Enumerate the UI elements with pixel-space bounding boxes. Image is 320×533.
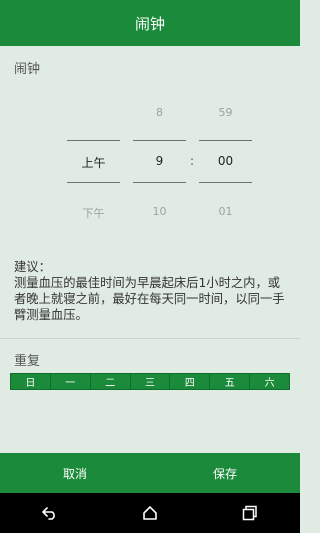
- picker-divider: [67, 182, 120, 183]
- picker-divider: [133, 140, 186, 141]
- repeat-section-title: 重复: [14, 354, 41, 369]
- home-icon[interactable]: [130, 493, 170, 533]
- page-title: 闹钟: [134, 14, 165, 33]
- hour-above[interactable]: 8: [133, 106, 186, 119]
- minute-picker[interactable]: 59 00 01: [199, 96, 252, 226]
- repeat-days: 日 一 二 三 四 五 六: [10, 373, 290, 390]
- alarm-section-title: 闹钟: [14, 62, 41, 77]
- hour-picker[interactable]: 8 9 10: [133, 96, 186, 226]
- day-toggle-sun[interactable]: 日: [11, 374, 51, 389]
- minute-selected[interactable]: 00: [199, 154, 252, 168]
- day-toggle-thu[interactable]: 四: [170, 374, 211, 389]
- picker-divider: [199, 182, 252, 183]
- day-toggle-fri[interactable]: 五: [210, 374, 251, 389]
- recent-apps-icon[interactable]: [230, 493, 270, 533]
- day-toggle-wed[interactable]: 三: [130, 374, 171, 389]
- advice-text: 测量血压的最佳时间为早晨起床后1小时之内，或者晚上就寝之前，最好在每天同一时间，…: [14, 276, 285, 322]
- picker-divider: [199, 140, 252, 141]
- day-toggle-tue[interactable]: 二: [90, 374, 131, 389]
- action-bar: 取消 保存: [0, 453, 300, 493]
- system-nav-bar: [0, 493, 300, 533]
- minute-above[interactable]: 59: [199, 106, 252, 119]
- time-picker: 上午 下午 8 9 10 : 59 00 01: [0, 96, 300, 226]
- picker-divider: [67, 140, 120, 141]
- app-header: 闹钟: [0, 0, 300, 46]
- ampm-selected[interactable]: 上午: [67, 154, 120, 171]
- save-button[interactable]: 保存: [150, 453, 300, 493]
- advice-block: 建议： 测量血压的最佳时间为早晨起床后1小时之内，或者晚上就寝之前，最好在每天同…: [14, 259, 290, 323]
- advice-label: 建议：: [14, 260, 51, 274]
- picker-divider: [133, 182, 186, 183]
- ampm-below[interactable]: 下午: [67, 205, 120, 221]
- ampm-picker[interactable]: 上午 下午: [67, 96, 120, 226]
- back-icon[interactable]: [30, 493, 70, 533]
- time-separator: :: [190, 154, 195, 168]
- hour-selected[interactable]: 9: [133, 154, 186, 168]
- hour-below[interactable]: 10: [133, 205, 186, 218]
- minute-below[interactable]: 01: [199, 205, 252, 218]
- day-toggle-sat[interactable]: 六: [250, 374, 290, 389]
- cancel-button[interactable]: 取消: [0, 453, 150, 493]
- day-toggle-mon[interactable]: 一: [50, 374, 91, 389]
- section-divider: [0, 338, 300, 339]
